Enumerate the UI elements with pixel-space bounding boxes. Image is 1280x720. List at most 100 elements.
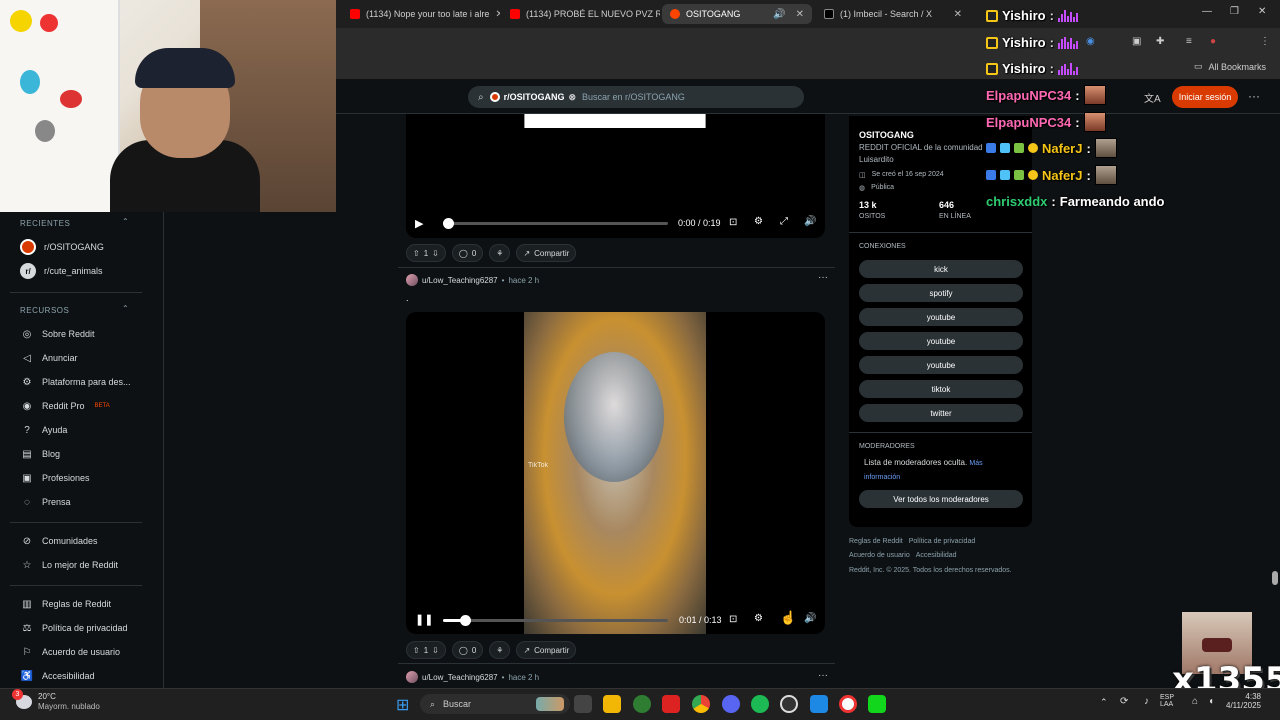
- vote-control[interactable]: ⇧ 1 ⇩: [406, 641, 446, 659]
- sidebar-item-rules[interactable]: ▥ Reglas de Reddit: [20, 597, 111, 611]
- view-moderators-button[interactable]: Ver todos los moderadores: [859, 490, 1023, 508]
- community-chip[interactable]: r/OSITOGANG ⊗: [489, 92, 576, 103]
- footer-link[interactable]: Reglas de Reddit: [849, 538, 903, 545]
- footer-link[interactable]: Accesibilidad: [916, 552, 957, 559]
- downvote-icon[interactable]: ⇩: [432, 646, 439, 655]
- link-youtube-3[interactable]: youtube: [859, 356, 1023, 374]
- captions-icon[interactable]: ⊡: [729, 217, 737, 228]
- sidebar-item-user-agreement[interactable]: ⚐ Acuerdo de usuario: [20, 645, 121, 659]
- pause-icon[interactable]: ❚❚: [415, 613, 433, 626]
- sidebar-item-communities[interactable]: ⊘ Comunidades: [20, 534, 98, 548]
- comments-button[interactable]: ◯ 0: [451, 244, 484, 262]
- taskbar-search[interactable]: ⌕ Buscar: [420, 694, 570, 714]
- discord-icon[interactable]: [722, 695, 740, 713]
- extension-icon[interactable]: ◉: [1086, 36, 1095, 47]
- downvote-icon[interactable]: ⇩: [432, 249, 439, 258]
- spotify-icon[interactable]: [751, 695, 769, 713]
- post-options-icon[interactable]: ···: [818, 272, 828, 283]
- sidebar-item-reddit-pro[interactable]: ◉ Reddit Pro BETA: [20, 399, 110, 413]
- sync-icon[interactable]: ⟳: [1120, 696, 1128, 707]
- post-author[interactable]: u/Low_Teaching6287: [422, 276, 498, 285]
- minimize-icon[interactable]: —: [1202, 6, 1212, 17]
- link-youtube-1[interactable]: youtube: [859, 308, 1023, 326]
- sidebar-item-best-of[interactable]: ☆ Lo mejor de Reddit: [20, 558, 119, 572]
- sidebar-item-accessibility[interactable]: ♿ Accesibilidad: [20, 669, 95, 683]
- network-icon[interactable]: ⌂: [1192, 696, 1198, 707]
- link-spotify[interactable]: spotify: [859, 284, 1023, 302]
- app-icon[interactable]: [662, 695, 680, 713]
- captions-icon[interactable]: ⊡: [729, 614, 737, 625]
- vote-control[interactable]: ⇧ 1 ⇩: [406, 244, 446, 262]
- obs-icon[interactable]: [780, 695, 798, 713]
- share-button[interactable]: ↗ Compartir: [516, 244, 577, 262]
- footer-link[interactable]: Política de privacidad: [909, 538, 976, 545]
- extension-icon[interactable]: ▣: [1132, 36, 1141, 47]
- link-kick[interactable]: kick: [859, 260, 1023, 278]
- seek-handle[interactable]: [443, 218, 454, 229]
- weather-widget[interactable]: 3 20°C Mayorm. nublado: [12, 689, 100, 712]
- sidebar-item-careers[interactable]: ▣ Profesiones: [20, 471, 89, 485]
- user-avatar[interactable]: [406, 274, 418, 286]
- volume-icon[interactable]: ◖: [1208, 696, 1214, 707]
- app-icon[interactable]: [633, 695, 651, 713]
- award-button[interactable]: ⚘: [489, 244, 511, 262]
- sidebar-item-cute-animals[interactable]: r/ r/cute_animals: [20, 263, 103, 279]
- chevron-up-icon[interactable]: ⌃: [122, 217, 129, 226]
- user-avatar[interactable]: [406, 671, 418, 683]
- address-bar[interactable]: ◉ ▣ ✚ ≡ ● ⋮: [336, 28, 1280, 56]
- windows-start-icon[interactable]: ⊞: [396, 695, 409, 715]
- translate-icon[interactable]: 文A: [1144, 90, 1161, 105]
- volume-icon[interactable]: 🔊: [804, 216, 816, 227]
- link-tiktok[interactable]: tiktok: [859, 380, 1023, 398]
- clear-chip-icon[interactable]: ⊗: [568, 92, 576, 103]
- video-player-post2[interactable]: TikTok: [406, 312, 825, 634]
- sidebar-item-privacy[interactable]: ⚖ Política de privacidad: [20, 621, 128, 635]
- sidebar-item-advertise[interactable]: ◁ Anunciar: [20, 351, 77, 365]
- mic-icon[interactable]: ♪: [1144, 696, 1149, 707]
- link-twitter[interactable]: twitter: [859, 404, 1023, 422]
- sidebar-item-ositogang[interactable]: r/OSITOGANG: [20, 239, 104, 255]
- playlist-icon[interactable]: ≡: [1186, 36, 1192, 47]
- kick-icon[interactable]: [868, 695, 886, 713]
- upvote-icon[interactable]: ⇧: [413, 646, 420, 655]
- browser-tab[interactable]: (1) Imbecil - Search / X ✕: [816, 4, 970, 24]
- comments-button[interactable]: ◯ 0: [451, 641, 484, 659]
- browser-tab[interactable]: (1134) Nope your too late i alre ✕: [342, 4, 500, 24]
- close-icon[interactable]: ✕: [796, 9, 804, 20]
- all-bookmarks[interactable]: ▭ All Bookmarks: [1194, 61, 1266, 72]
- profile-icon[interactable]: ●: [1210, 36, 1216, 47]
- speaker-icon[interactable]: 🔊: [773, 9, 785, 20]
- footer-link[interactable]: Acuerdo de usuario: [849, 552, 910, 559]
- scrollbar-thumb[interactable]: [1272, 571, 1278, 585]
- file-explorer-icon[interactable]: [603, 695, 621, 713]
- sidebar-item-blog[interactable]: ▤ Blog: [20, 447, 60, 461]
- settings-icon[interactable]: ⚙: [754, 216, 763, 227]
- share-button[interactable]: ↗ Compartir: [516, 641, 577, 659]
- close-window-icon[interactable]: ✕: [1258, 6, 1266, 17]
- chevron-up-icon[interactable]: ⌃: [122, 304, 129, 313]
- kebab-menu-icon[interactable]: ⋮: [1260, 36, 1270, 47]
- seek-bar[interactable]: [443, 619, 668, 622]
- puzzle-icon[interactable]: ✚: [1156, 36, 1164, 47]
- close-icon[interactable]: ✕: [954, 9, 962, 20]
- task-view-icon[interactable]: [574, 695, 592, 713]
- login-button[interactable]: Iniciar sesión: [1172, 86, 1238, 108]
- post-options-icon[interactable]: ···: [818, 670, 828, 681]
- close-icon[interactable]: ✕: [495, 9, 500, 20]
- clock[interactable]: 4:38 4/11/2025: [1226, 692, 1261, 710]
- link-youtube-2[interactable]: youtube: [859, 332, 1023, 350]
- post-author[interactable]: u/Low_Teaching6287: [422, 673, 498, 682]
- fullscreen-icon[interactable]: ⤢: [780, 216, 788, 227]
- browser-tab-active[interactable]: OSITOGANG 🔊 ✕: [662, 4, 812, 24]
- post-title[interactable]: .: [406, 293, 409, 303]
- language-indicator[interactable]: ESP LAA: [1160, 694, 1174, 708]
- play-icon[interactable]: ▶: [415, 217, 423, 230]
- volume-icon[interactable]: 🔊: [804, 613, 816, 624]
- sidebar-item-help[interactable]: ? Ayuda: [20, 423, 67, 437]
- upvote-icon[interactable]: ⇧: [413, 249, 420, 258]
- search-input[interactable]: Buscar en r/OSITOGANG: [582, 92, 685, 102]
- more-options-icon[interactable]: ···: [1248, 89, 1260, 103]
- opera-icon[interactable]: [839, 695, 857, 713]
- app-icon[interactable]: [810, 695, 828, 713]
- sidebar-item-developers[interactable]: ⚙ Plataforma para des...: [20, 375, 131, 389]
